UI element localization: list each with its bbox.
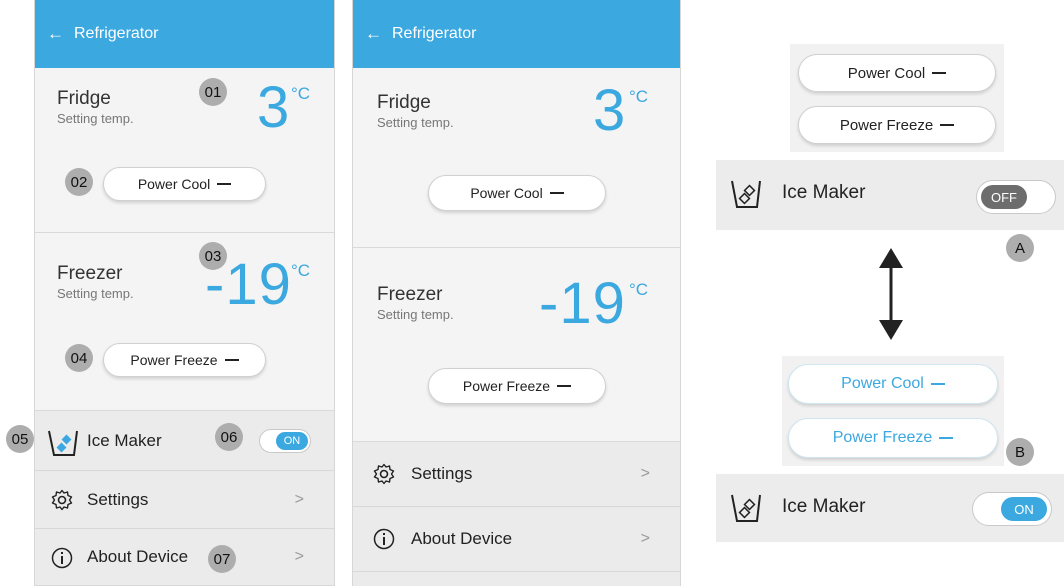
app-title: Refrigerator [392, 25, 477, 42]
callout-buttons-off: Power Cool Power Freeze [790, 44, 1004, 152]
power-freeze-button[interactable]: Power Freeze [428, 368, 606, 404]
freezer-label: Freezer [57, 263, 123, 284]
info-icon [373, 528, 395, 550]
callout-buttons-on: Power Cool Power Freeze [782, 356, 1004, 466]
freezer-unit: °C [291, 261, 311, 280]
settings-row[interactable]: Settings > [353, 442, 680, 507]
power-cool-label: Power Cool [137, 176, 211, 192]
about-device-row[interactable]: About Device > [35, 529, 334, 586]
annotation-badge-06: 06 [215, 423, 243, 451]
freezer-section: Freezer Setting temp. -19 °C Power Freez… [35, 233, 334, 411]
fridge-section: Fridge Setting temp. 3 °C Power Cool [353, 68, 680, 248]
freezer-subtitle: Setting temp. [377, 307, 454, 322]
power-freeze-button[interactable]: Power Freeze [798, 106, 996, 144]
ice-maker-toggle-on[interactable]: ON [972, 492, 1052, 526]
fridge-temp[interactable]: 3 [593, 82, 626, 140]
freezer-section: Freezer Setting temp. -19 °C Power Freez… [353, 248, 680, 442]
annotation-badge-03: 03 [199, 242, 227, 270]
dash-icon [224, 359, 239, 361]
power-cool-button[interactable]: Power Cool [798, 54, 996, 92]
annotation-badge-05: 05 [6, 425, 34, 453]
freezer-temp[interactable]: -19 [539, 275, 626, 333]
ice-maker-row-off[interactable]: Ice Maker OFF [716, 160, 1064, 230]
power-cool-button[interactable]: Power Cool [103, 167, 266, 201]
settings-row[interactable]: Settings > [35, 471, 334, 529]
dash-icon [940, 124, 955, 126]
fridge-temp[interactable]: 3 [257, 79, 290, 137]
fridge-subtitle: Setting temp. [377, 115, 454, 130]
info-icon [51, 547, 73, 569]
chevron-right-icon: > [640, 530, 650, 547]
power-freeze-button-active[interactable]: Power Freeze [788, 418, 998, 458]
app-title: Refrigerator [74, 25, 159, 42]
ice-maker-label: Ice Maker [782, 182, 866, 203]
annotation-badge-a: A [1006, 234, 1034, 262]
fridge-unit: °C [291, 84, 311, 103]
power-freeze-label: Power Freeze [832, 429, 933, 446]
power-freeze-button[interactable]: Power Freeze [103, 343, 266, 377]
ice-maker-row-on[interactable]: Ice Maker ON [716, 474, 1064, 542]
settings-label: Settings [411, 464, 473, 483]
gear-icon [373, 463, 395, 485]
power-cool-label: Power Cool [470, 185, 543, 201]
gear-icon [51, 489, 73, 511]
fridge-label: Fridge [377, 92, 431, 113]
toggle-state: ON [1001, 497, 1047, 521]
power-freeze-label: Power Freeze [839, 116, 934, 134]
app-bar: ← Refrigerator [35, 0, 334, 68]
toggle-state: ON [276, 432, 308, 450]
phone-screen: ← Refrigerator Fridge Setting temp. 3 °C… [352, 0, 681, 586]
ice-maker-toggle[interactable]: ON [259, 429, 311, 453]
ice-maker-icon [731, 494, 761, 522]
about-device-label: About Device [411, 529, 513, 548]
power-freeze-label: Power Freeze [130, 352, 218, 368]
dash-icon [939, 437, 954, 439]
annotation-badge-02: 02 [65, 168, 93, 196]
power-cool-label: Power Cool [841, 375, 924, 392]
annotation-badge-b: B [1006, 438, 1034, 466]
back-arrow-icon[interactable]: ← [365, 24, 382, 44]
freezer-label: Freezer [377, 284, 443, 305]
ice-maker-icon [48, 430, 78, 456]
fridge-subtitle: Setting temp. [57, 111, 134, 126]
back-arrow-icon[interactable]: ← [47, 24, 64, 44]
ice-maker-label: Ice Maker [87, 430, 162, 450]
list-row-partial [353, 572, 680, 586]
dash-icon [930, 383, 945, 385]
annotation-badge-01: 01 [199, 78, 227, 106]
power-freeze-label: Power Freeze [462, 378, 551, 394]
fridge-label: Fridge [57, 88, 111, 109]
chevron-right-icon: > [640, 465, 650, 482]
freezer-subtitle: Setting temp. [57, 286, 134, 301]
ice-maker-row[interactable]: Ice Maker ON [35, 411, 334, 471]
ice-maker-label: Ice Maker [782, 496, 866, 517]
chevron-right-icon: > [294, 548, 304, 565]
app-bar: ← Refrigerator [353, 0, 680, 68]
dash-icon [549, 192, 564, 194]
ice-maker-toggle-off[interactable]: OFF [976, 180, 1056, 214]
double-arrow-icon [879, 248, 903, 340]
dash-icon [217, 183, 232, 185]
dash-icon [557, 385, 572, 387]
phone-screen-annotated: ← Refrigerator Fridge Setting temp. 3 °C… [34, 0, 335, 586]
annotation-badge-07: 07 [208, 545, 236, 573]
toggle-state: OFF [981, 185, 1027, 209]
fridge-section: Fridge Setting temp. 3 °C Power Cool [35, 68, 334, 233]
power-cool-button[interactable]: Power Cool [428, 175, 606, 211]
settings-label: Settings [87, 489, 149, 509]
dash-icon [932, 72, 947, 74]
ice-maker-icon [731, 180, 761, 208]
power-cool-button-active[interactable]: Power Cool [788, 364, 998, 404]
power-cool-label: Power Cool [847, 64, 926, 82]
annotation-badge-04: 04 [65, 344, 93, 372]
about-device-label: About Device [87, 547, 189, 566]
freezer-unit: °C [629, 280, 649, 299]
about-device-row[interactable]: About Device > [353, 507, 680, 572]
fridge-unit: °C [629, 87, 649, 106]
chevron-right-icon: > [294, 490, 304, 508]
